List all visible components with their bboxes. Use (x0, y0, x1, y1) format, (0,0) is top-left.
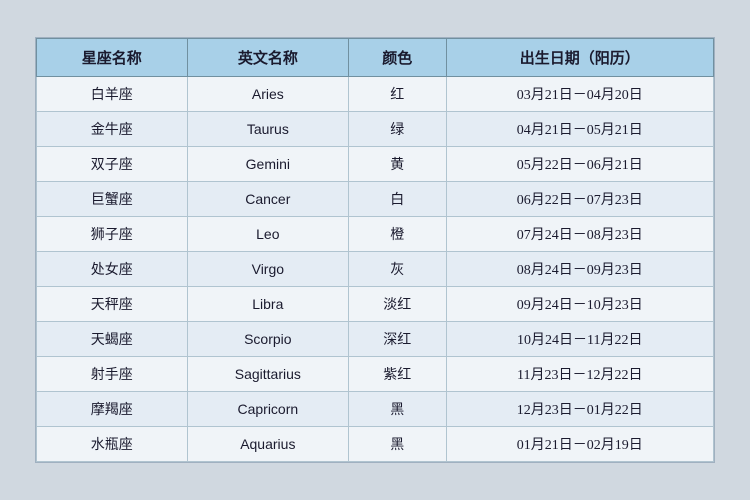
table-row: 处女座Virgo灰08月24日－09月23日 (37, 252, 714, 287)
cell-chinese-name: 摩羯座 (37, 392, 188, 427)
cell-dates: 06月22日－07月23日 (446, 182, 713, 217)
cell-dates: 03月21日－04月20日 (446, 77, 713, 112)
cell-color: 灰 (349, 252, 446, 287)
table-row: 白羊座Aries红03月21日－04月20日 (37, 77, 714, 112)
cell-color: 白 (349, 182, 446, 217)
table-row: 天蝎座Scorpio深红10月24日－11月22日 (37, 322, 714, 357)
cell-color: 紫红 (349, 357, 446, 392)
cell-chinese-name: 双子座 (37, 147, 188, 182)
cell-color: 黑 (349, 427, 446, 462)
cell-dates: 08月24日－09月23日 (446, 252, 713, 287)
cell-english-name: Aquarius (187, 427, 348, 462)
cell-color: 深红 (349, 322, 446, 357)
cell-english-name: Libra (187, 287, 348, 322)
table-row: 巨蟹座Cancer白06月22日－07月23日 (37, 182, 714, 217)
cell-english-name: Sagittarius (187, 357, 348, 392)
cell-chinese-name: 水瓶座 (37, 427, 188, 462)
cell-chinese-name: 金牛座 (37, 112, 188, 147)
cell-dates: 01月21日－02月19日 (446, 427, 713, 462)
cell-dates: 12月23日－01月22日 (446, 392, 713, 427)
cell-english-name: Taurus (187, 112, 348, 147)
cell-color: 淡红 (349, 287, 446, 322)
cell-chinese-name: 射手座 (37, 357, 188, 392)
cell-chinese-name: 狮子座 (37, 217, 188, 252)
cell-english-name: Virgo (187, 252, 348, 287)
zodiac-table-container: 星座名称 英文名称 颜色 出生日期（阳历） 白羊座Aries红03月21日－04… (35, 37, 715, 463)
table-row: 水瓶座Aquarius黑01月21日－02月19日 (37, 427, 714, 462)
cell-dates: 10月24日－11月22日 (446, 322, 713, 357)
cell-color: 黄 (349, 147, 446, 182)
cell-english-name: Capricorn (187, 392, 348, 427)
cell-english-name: Scorpio (187, 322, 348, 357)
cell-english-name: Aries (187, 77, 348, 112)
cell-english-name: Cancer (187, 182, 348, 217)
cell-chinese-name: 白羊座 (37, 77, 188, 112)
cell-dates: 07月24日－08月23日 (446, 217, 713, 252)
cell-dates: 05月22日－06月21日 (446, 147, 713, 182)
table-row: 狮子座Leo橙07月24日－08月23日 (37, 217, 714, 252)
cell-color: 黑 (349, 392, 446, 427)
header-english-name: 英文名称 (187, 39, 348, 77)
cell-chinese-name: 天秤座 (37, 287, 188, 322)
table-row: 金牛座Taurus绿04月21日－05月21日 (37, 112, 714, 147)
cell-chinese-name: 天蝎座 (37, 322, 188, 357)
cell-color: 橙 (349, 217, 446, 252)
zodiac-table: 星座名称 英文名称 颜色 出生日期（阳历） 白羊座Aries红03月21日－04… (36, 38, 714, 462)
table-row: 天秤座Libra淡红09月24日－10月23日 (37, 287, 714, 322)
cell-dates: 04月21日－05月21日 (446, 112, 713, 147)
cell-color: 红 (349, 77, 446, 112)
header-color: 颜色 (349, 39, 446, 77)
cell-english-name: Leo (187, 217, 348, 252)
table-row: 双子座Gemini黄05月22日－06月21日 (37, 147, 714, 182)
cell-dates: 11月23日－12月22日 (446, 357, 713, 392)
cell-color: 绿 (349, 112, 446, 147)
header-dates: 出生日期（阳历） (446, 39, 713, 77)
table-row: 摩羯座Capricorn黑12月23日－01月22日 (37, 392, 714, 427)
cell-dates: 09月24日－10月23日 (446, 287, 713, 322)
header-chinese-name: 星座名称 (37, 39, 188, 77)
cell-chinese-name: 处女座 (37, 252, 188, 287)
cell-chinese-name: 巨蟹座 (37, 182, 188, 217)
table-header-row: 星座名称 英文名称 颜色 出生日期（阳历） (37, 39, 714, 77)
cell-english-name: Gemini (187, 147, 348, 182)
table-row: 射手座Sagittarius紫红11月23日－12月22日 (37, 357, 714, 392)
